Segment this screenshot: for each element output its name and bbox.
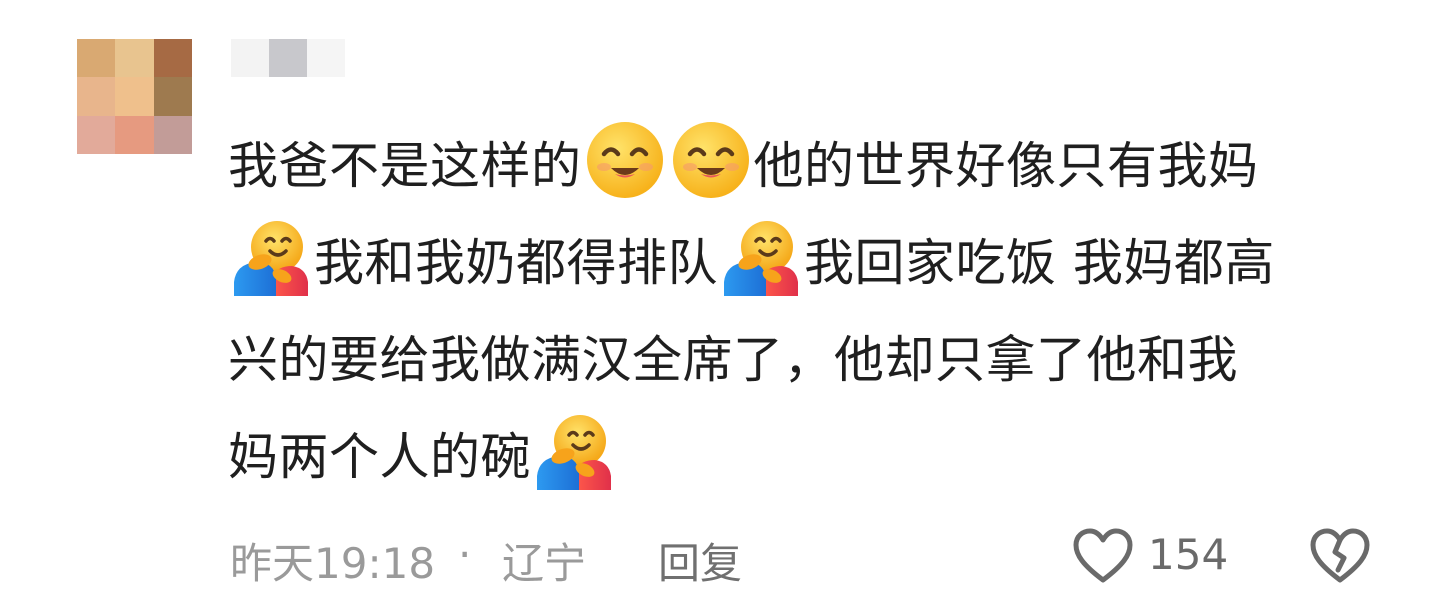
avatar-blur-tile <box>115 77 154 116</box>
like-count: 154 <box>1148 530 1229 579</box>
comment-text-segment: 我回家吃饭 我妈都高 <box>804 234 1275 292</box>
avatar-blur-tile <box>77 115 116 154</box>
username-blur-tile <box>269 39 307 77</box>
comment-line: 兴的要给我做满汉全席了，他却只拿了他和我 <box>228 312 1408 409</box>
comment-line: 我和我奶都得排队 我回家吃饭 我妈都高 <box>228 215 1408 312</box>
avatar-blur-tile <box>153 77 192 116</box>
comment-location: 辽宁 <box>502 539 587 588</box>
separator-dot: · <box>458 530 472 579</box>
comment-time: 昨天19:18 <box>230 539 436 588</box>
comment-line: 我爸不是这样的 他的世界好像只有我妈 <box>228 118 1408 215</box>
smiling-face-icon <box>584 119 666 201</box>
avatar-blur-tile <box>153 115 192 154</box>
username-blur-tile <box>231 39 269 77</box>
comment-text-segment: 兴的要给我做满汉全席了，他却只拿了他和我 <box>228 331 1238 389</box>
heart-outline-icon[interactable] <box>1073 528 1133 584</box>
avatar-blur-tile <box>153 39 192 78</box>
avatar-blur-tile <box>115 39 154 78</box>
username-blur-tile <box>307 39 345 77</box>
username-blurred[interactable] <box>231 39 345 77</box>
comment-text-segment: 我爸不是这样的 <box>228 137 582 195</box>
reply-button[interactable]: 回复 <box>658 530 742 591</box>
comment-text-segment: 妈两个人的碗 <box>228 428 531 486</box>
comment-footer: 昨天19:18 · 辽宁 回复 154 <box>230 522 1380 588</box>
comment-text-segment: 我和我奶都得排队 <box>314 234 718 292</box>
broken-heart-outline-icon[interactable] <box>1310 528 1370 584</box>
smiling-face-icon <box>670 119 752 201</box>
hugging-face-icon <box>230 216 312 298</box>
avatar-blur-tile <box>115 115 154 154</box>
hugging-face-icon <box>533 410 615 492</box>
comment-text: 我爸不是这样的 他的世界好像只有我妈 我和我奶都得排队 我回家吃饭 我妈都高兴的要给我… <box>228 118 1408 506</box>
hugging-face-icon <box>720 216 802 298</box>
avatar-blur-tile <box>77 39 116 78</box>
avatar-blur-tile <box>77 77 116 116</box>
comment-line: 妈两个人的碗 <box>228 409 1408 506</box>
comment-text-segment: 他的世界好像只有我妈 <box>753 137 1259 195</box>
avatar[interactable] <box>77 39 192 154</box>
